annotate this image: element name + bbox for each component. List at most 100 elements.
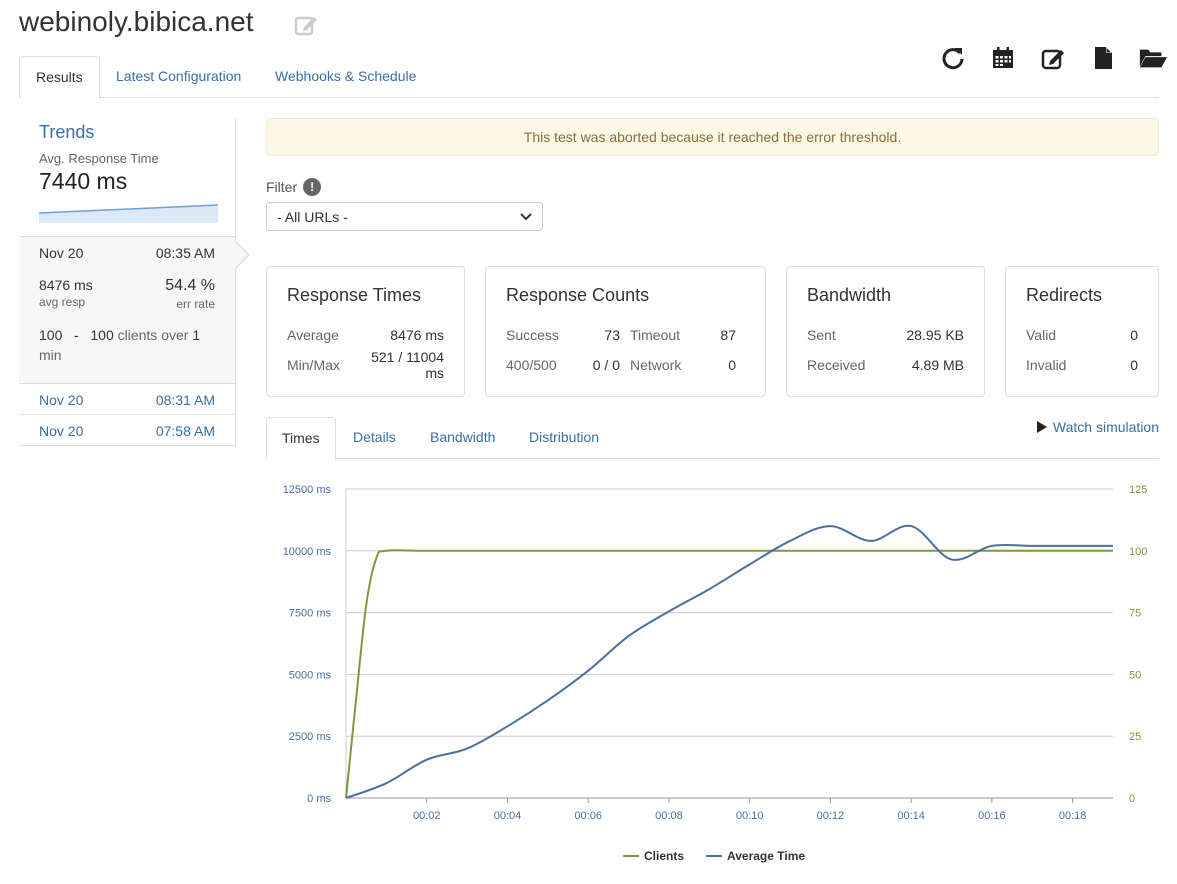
y-right-tick-label: 100 — [1129, 546, 1147, 558]
sent-label: Sent — [807, 327, 836, 343]
clients-text: clients over — [117, 327, 189, 343]
received-value: 4.89 MB — [911, 357, 964, 373]
legend-label: Average Time — [727, 849, 805, 863]
x-tick-label: 00:08 — [655, 810, 683, 822]
chart-tabs: Times Details Bandwidth Distribution — [266, 417, 1159, 460]
x-tick-label: 00:02 — [413, 810, 441, 822]
run-date: Nov 20 — [39, 392, 84, 408]
trends-subtitle: Avg. Response Time — [39, 151, 159, 166]
redirects-card: Redirects Valid 0 Invalid 0 — [1005, 266, 1159, 397]
error-threshold-alert: This test was aborted because it reached… — [266, 118, 1159, 156]
url-filter-select[interactable]: - All URLs - — [266, 202, 543, 231]
clients-summary: 100 - 100 clients over 1 min — [39, 325, 215, 365]
duration-unit: min — [39, 347, 62, 363]
trends-sparkline — [39, 204, 218, 223]
y-left-tick-label: 7500 ms — [289, 608, 332, 620]
average-value: 8476 ms — [390, 327, 444, 343]
trends-sidebar: Trends Avg. Response Time 7440 ms Nov 20… — [19, 118, 250, 446]
tab-details[interactable]: Details — [338, 417, 411, 459]
times-chart: 0 ms 0 2500 ms 25 5000 ms 50 7500 ms 75 10000 ms… — [283, 484, 1148, 863]
avg-resp-caption: avg resp — [39, 295, 86, 309]
timeout-label: Timeout — [630, 327, 681, 343]
tab-latest-configuration[interactable]: Latest Configuration — [100, 56, 257, 98]
y-left-tick-label: 2500 ms — [289, 731, 332, 743]
success-value: 73 — [604, 327, 620, 343]
run-time: 07:58 AM — [155, 423, 215, 439]
y-left-tick-label: 12500 ms — [283, 484, 332, 496]
response-times-card: Response Times Average 8476 ms Min/Max 521… — [266, 266, 465, 397]
card-title: Bandwidth — [807, 285, 892, 305]
url-filter-value: - All URLs - — [277, 208, 348, 225]
valid-label: Valid — [1026, 327, 1057, 343]
average-time-series-line — [345, 524, 1113, 799]
sent-value: 28.95 KB — [906, 327, 964, 343]
page-title: webinoly.bibica.net — [19, 6, 254, 37]
y-left-tick-label: 10000 ms — [283, 546, 332, 558]
y-right-tick-label: 50 — [1129, 669, 1141, 681]
trends-box: Trends Avg. Response Time 7440 ms — [19, 118, 236, 236]
received-label: Received — [807, 357, 866, 373]
run-date: Nov 20 — [39, 423, 84, 439]
clients-to: 100 — [90, 327, 114, 343]
network-value: 0 — [728, 357, 736, 373]
card-title: Response Times — [287, 285, 422, 305]
y-right-tick-label: 0 — [1129, 793, 1135, 805]
legend-label: Clients — [644, 849, 684, 863]
x-tick-label: 00:12 — [817, 810, 845, 822]
timeout-value: 87 — [720, 327, 736, 343]
valid-value: 0 — [1130, 327, 1138, 343]
minmax-label: Min/Max — [287, 357, 340, 373]
response-counts-card: Response Counts Success 73 Timeout 87 40… — [485, 266, 766, 397]
card-title: Redirects — [1026, 285, 1103, 305]
run-date: Nov 20 — [39, 245, 84, 261]
trends-title[interactable]: Trends — [39, 122, 217, 143]
y-left-tick-label: 0 ms — [307, 793, 331, 805]
success-label: Success — [506, 327, 559, 343]
filter-label-text: Filter — [266, 179, 298, 195]
main-tabs: Results Latest Configuration Webhooks & … — [19, 56, 1159, 99]
run-item-active[interactable]: Nov 20 08:35 AM 8476 ms avg resp 54.4 % … — [19, 236, 250, 384]
watch-simulation-label: Watch simulation — [1052, 419, 1159, 435]
y-right-tick-label: 125 — [1129, 484, 1147, 496]
watch-simulation-link[interactable]: Watch simulation — [1036, 419, 1159, 435]
network-label: Network — [630, 357, 682, 373]
status-value: 0 / 0 — [592, 357, 620, 373]
run-time: 08:31 AM — [155, 392, 215, 408]
average-label: Average — [287, 327, 339, 343]
minmax-value: 521 / 11004 ms — [371, 349, 444, 381]
y-left-tick-label: 5000 ms — [289, 669, 332, 681]
x-tick-label: 00:14 — [897, 810, 925, 822]
x-tick-label: 00:18 — [1059, 810, 1087, 822]
trends-value: 7440 ms — [39, 168, 128, 194]
y-right-tick-label: 25 — [1129, 731, 1141, 743]
status-label: 400/500 — [506, 357, 557, 373]
duration-value: 1 — [192, 327, 201, 343]
info-icon[interactable]: ! — [303, 178, 322, 196]
tab-distribution[interactable]: Distribution — [514, 417, 614, 459]
clients-from: 100 — [39, 327, 63, 343]
err-rate-caption: err rate — [176, 297, 215, 311]
bandwidth-card: Bandwidth Sent 28.95 KB Received 4.89 MB — [786, 266, 985, 397]
x-tick-label: 00:06 — [574, 810, 602, 822]
err-rate-value: 54.4 % — [165, 277, 215, 294]
tab-times[interactable]: Times — [266, 417, 336, 460]
run-item[interactable]: Nov 20 07:58 AM — [19, 415, 236, 446]
invalid-value: 0 — [1130, 357, 1138, 373]
card-title: Response Counts — [506, 285, 650, 305]
tab-results[interactable]: Results — [19, 56, 100, 99]
x-tick-label: 00:04 — [494, 810, 522, 822]
avg-resp-value: 8476 ms — [39, 277, 93, 293]
run-time: 08:35 AM — [155, 245, 215, 261]
chevron-down-icon — [520, 212, 532, 220]
edit-title-icon[interactable] — [293, 12, 319, 38]
tab-bandwidth[interactable]: Bandwidth — [415, 417, 510, 459]
tab-webhooks-schedule[interactable]: Webhooks & Schedule — [259, 56, 432, 98]
x-tick-label: 00:16 — [978, 810, 1006, 822]
run-item[interactable]: Nov 20 08:31 AM — [19, 384, 236, 415]
play-icon — [1036, 421, 1047, 433]
clients-dash: - — [74, 327, 79, 343]
invalid-label: Invalid — [1026, 357, 1067, 373]
x-tick-label: 00:10 — [736, 810, 764, 822]
y-right-tick-label: 75 — [1129, 608, 1141, 620]
filter-label: Filter ! — [266, 178, 322, 196]
